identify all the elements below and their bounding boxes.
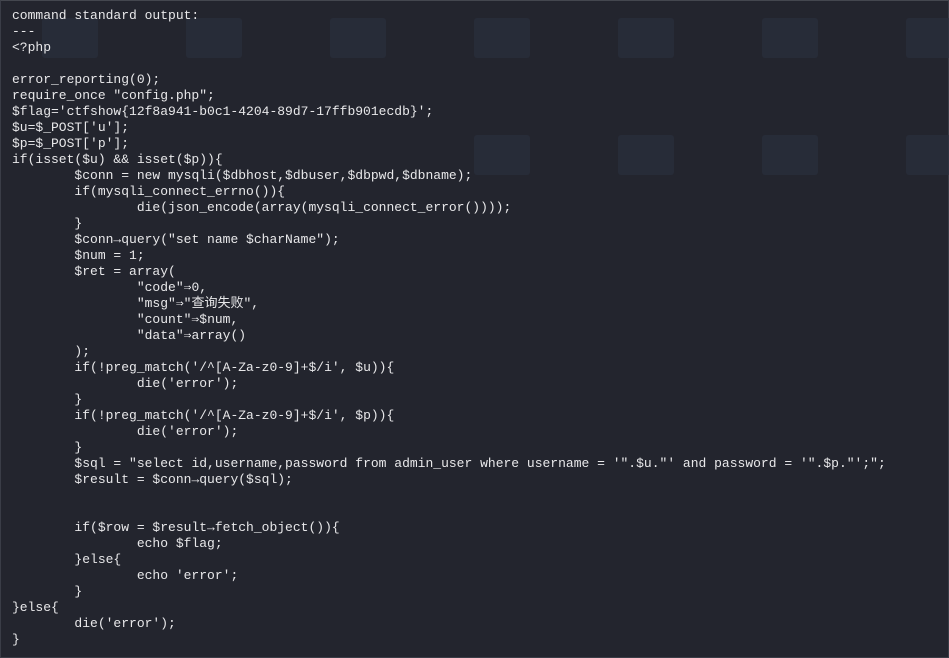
output-line: }else{ <box>12 600 59 615</box>
output-line: } <box>12 632 20 647</box>
output-line: "msg"⇒"查询失败", <box>12 296 260 311</box>
output-line: } <box>12 584 83 599</box>
output-line: $num = 1; <box>12 248 145 263</box>
output-line: $conn = new mysqli($dbhost,$dbuser,$dbpw… <box>12 168 473 183</box>
output-line: <?php <box>12 40 52 55</box>
output-line: ); <box>12 344 91 359</box>
output-line: require_once "config.php"; <box>12 88 215 103</box>
output-line: error_reporting(0); <box>12 72 161 87</box>
output-line: die('error'); <box>12 376 239 391</box>
output-line: } <box>12 392 83 407</box>
output-line: if($row = $result→fetch_object()){ <box>12 520 340 535</box>
output-line: $p=$_POST['p']; <box>12 136 130 151</box>
output-line: if(!preg_match('/^[A-Za-z0-9]+$/i', $p))… <box>12 408 395 423</box>
output-line: "code"⇒0, <box>12 280 208 295</box>
desktop-icon <box>906 135 949 175</box>
command-output: command standard output: --- <?php error_re… <box>12 8 886 648</box>
output-line: }else{ <box>12 552 122 567</box>
output-line: "data"⇒array() <box>12 328 247 343</box>
desktop-icon <box>906 18 949 58</box>
output-line: echo $flag; <box>12 536 223 551</box>
output-line: $conn→query("set name $charName"); <box>12 232 340 247</box>
output-line: die(json_encode(array(mysqli_connect_err… <box>12 200 512 215</box>
output-line: echo 'error'; <box>12 568 239 583</box>
output-line: $result = $conn→query($sql); <box>12 472 293 487</box>
output-line: } <box>12 440 83 455</box>
output-line: die('error'); <box>12 616 176 631</box>
output-line: $u=$_POST['u']; <box>12 120 130 135</box>
output-line: if(!preg_match('/^[A-Za-z0-9]+$/i', $u))… <box>12 360 395 375</box>
output-line: --- <box>12 24 36 39</box>
output-line: if(isset($u) && isset($p)){ <box>12 152 223 167</box>
output-line: die('error'); <box>12 424 239 439</box>
output-line: } <box>12 216 83 231</box>
output-line: "count"⇒$num, <box>12 312 239 327</box>
output-line: $ret = array( <box>12 264 176 279</box>
output-line: $sql = "select id,username,password from… <box>12 456 886 471</box>
output-line: if(mysqli_connect_errno()){ <box>12 184 286 199</box>
output-line: command standard output: <box>12 8 200 23</box>
output-line: $flag='ctfshow{12f8a941-b0c1-4204-89d7-1… <box>12 104 434 119</box>
